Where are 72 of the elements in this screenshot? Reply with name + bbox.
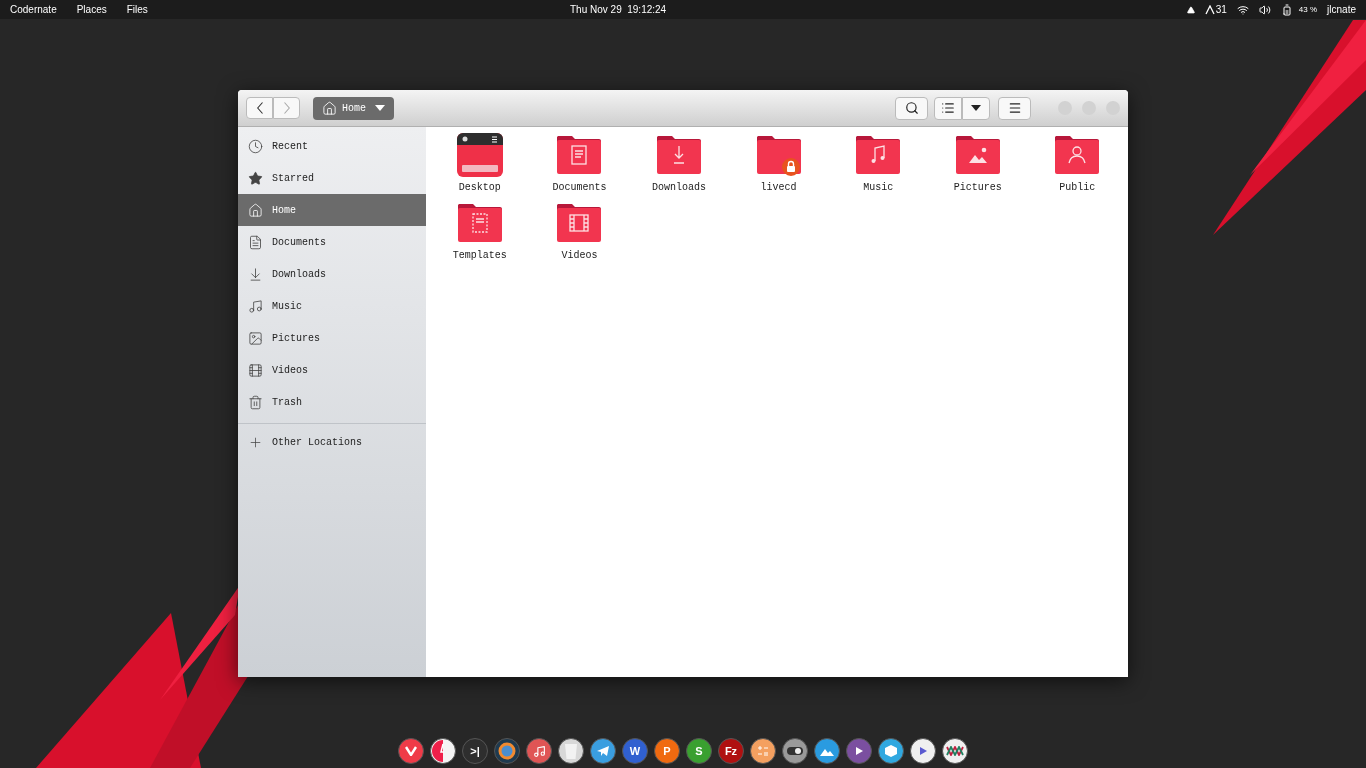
volume-icon[interactable] bbox=[1258, 3, 1271, 16]
sidebar-item[interactable]: Pictures bbox=[238, 322, 426, 354]
file-item[interactable]: Public bbox=[1027, 132, 1128, 195]
clock[interactable]: Thu Nov 29 19:12:24 bbox=[570, 2, 667, 17]
top-menu[interactable]: Places bbox=[76, 2, 107, 17]
battery-reading: 43 % bbox=[1298, 3, 1318, 16]
file-item[interactable]: Downloads bbox=[629, 132, 729, 195]
user-name[interactable]: jlcnate bbox=[1327, 2, 1356, 17]
menu-button[interactable] bbox=[998, 96, 1031, 120]
sidebar-item[interactable]: Videos bbox=[238, 354, 426, 386]
search-button[interactable] bbox=[895, 96, 928, 120]
dock-app-icon[interactable] bbox=[782, 738, 808, 764]
chevron-right-icon bbox=[283, 102, 290, 114]
download-icon bbox=[248, 266, 263, 282]
battery-icon[interactable] bbox=[1280, 3, 1293, 16]
dock-app-icon[interactable] bbox=[494, 738, 520, 764]
dock-app-icon[interactable]: >| bbox=[462, 738, 488, 764]
picture-icon bbox=[248, 330, 263, 346]
home-icon bbox=[248, 202, 263, 218]
caret-icon bbox=[971, 105, 981, 111]
top-menu[interactable]: Codernate bbox=[10, 2, 57, 17]
sidebar-item[interactable]: Recent bbox=[238, 130, 426, 162]
file-item[interactable]: livecd bbox=[728, 132, 829, 195]
back-button[interactable] bbox=[246, 97, 273, 119]
sidebar-item[interactable]: Other Locations bbox=[238, 427, 426, 457]
dock-app-icon[interactable] bbox=[750, 738, 776, 764]
list-view-button[interactable] bbox=[934, 96, 962, 120]
sidebar-item[interactable]: Downloads bbox=[238, 258, 426, 290]
file-item[interactable]: Desktop bbox=[430, 132, 530, 195]
file-item[interactable]: Documents bbox=[529, 132, 630, 195]
search-icon bbox=[904, 101, 919, 115]
sidebar-item[interactable]: Home bbox=[238, 194, 426, 226]
view-options-button[interactable] bbox=[962, 96, 990, 120]
document-icon bbox=[248, 234, 263, 250]
sidebar-item[interactable]: Trash bbox=[238, 386, 426, 418]
workspace-icon[interactable] bbox=[1204, 4, 1215, 15]
file-item[interactable]: Videos bbox=[529, 200, 630, 263]
file-item[interactable]: Pictures bbox=[927, 132, 1028, 195]
dock-app-icon[interactable] bbox=[878, 738, 904, 764]
top-menu[interactable]: Files bbox=[126, 2, 148, 17]
dock-app-icon[interactable] bbox=[942, 738, 968, 764]
dock-app-icon[interactable] bbox=[910, 738, 936, 764]
dock-app-icon[interactable]: Fz bbox=[718, 738, 744, 764]
film-icon bbox=[248, 362, 263, 378]
menu-icon bbox=[1007, 101, 1022, 115]
plus-icon bbox=[248, 434, 263, 450]
list-icon bbox=[941, 101, 955, 115]
dock-app-icon[interactable] bbox=[558, 738, 584, 764]
sidebar-item[interactable]: Music bbox=[238, 290, 426, 322]
dock-app-icon[interactable] bbox=[526, 738, 552, 764]
dock-app-icon[interactable] bbox=[814, 738, 840, 764]
desktop-icon bbox=[456, 132, 503, 178]
clock-icon bbox=[248, 138, 263, 154]
caret-icon bbox=[375, 105, 385, 111]
dock-app-icon[interactable] bbox=[590, 738, 616, 764]
path-button[interactable]: Home bbox=[313, 96, 394, 120]
dock-app-icon[interactable] bbox=[398, 738, 424, 764]
home-icon bbox=[322, 100, 337, 116]
eject-icon[interactable] bbox=[1186, 5, 1195, 14]
file-item[interactable]: Music bbox=[828, 132, 928, 195]
workspace-number: 31 bbox=[1215, 3, 1227, 17]
trash-icon bbox=[248, 394, 263, 410]
music-note-icon bbox=[248, 298, 263, 314]
dock-app-icon[interactable] bbox=[430, 738, 456, 764]
sidebar-item[interactable]: Documents bbox=[238, 226, 426, 258]
star-icon bbox=[248, 170, 263, 186]
chevron-left-icon bbox=[256, 102, 263, 114]
wifi-icon[interactable] bbox=[1236, 3, 1249, 16]
dock-app-icon[interactable]: W bbox=[622, 738, 648, 764]
dock-app-icon[interactable] bbox=[846, 738, 872, 764]
sidebar-item[interactable]: Starred bbox=[238, 162, 426, 194]
file-item[interactable]: Templates bbox=[430, 200, 530, 263]
